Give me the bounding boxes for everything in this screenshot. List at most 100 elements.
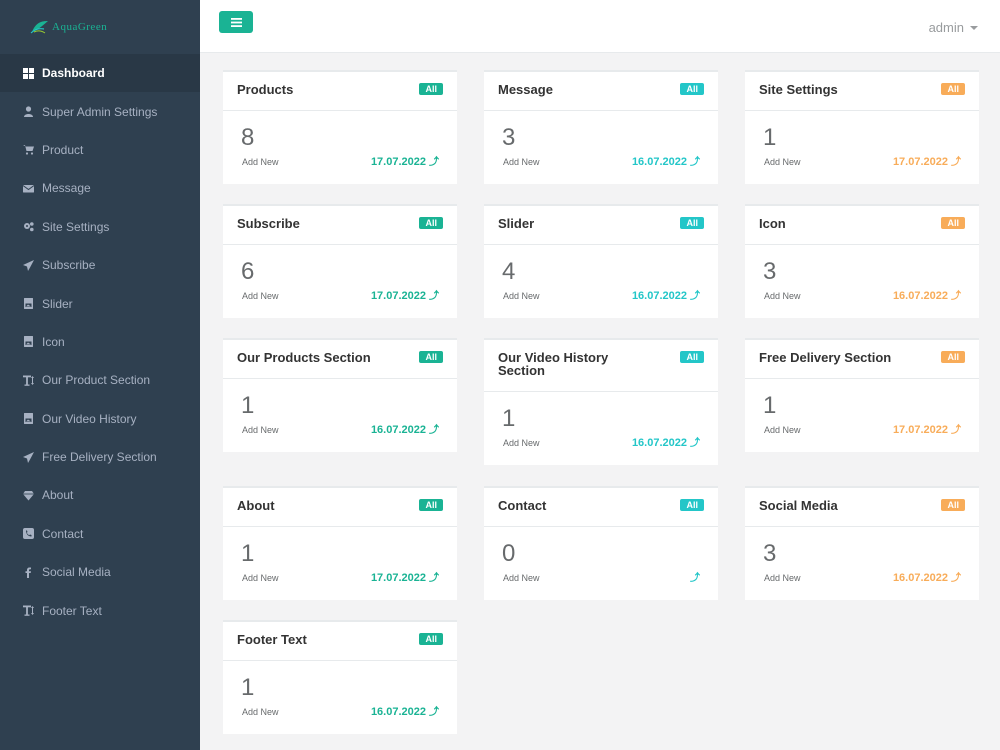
card-slider: Slider All 4 Add New 16.07.2022 ⤴ <box>484 204 718 318</box>
add-new-link[interactable]: Add New <box>764 573 801 583</box>
add-new-link[interactable]: Add New <box>242 291 279 301</box>
image-icon <box>22 298 34 310</box>
sidebar-item-super-admin-settings[interactable]: Super Admin Settings <box>0 92 200 130</box>
caret-down-icon <box>970 25 978 30</box>
sidebar-item-label: Our Product Section <box>42 373 151 388</box>
card-header: Contact All <box>484 488 718 527</box>
level-up-icon: ⤴ <box>951 157 961 168</box>
card-contact: Contact All 0 Add New ⤴ <box>484 486 718 600</box>
sidebar-item-footer-text[interactable]: Footer Text <box>0 591 200 629</box>
all-badge[interactable]: All <box>941 217 965 229</box>
text-height-icon <box>22 605 34 617</box>
sidebar-item-label: Super Admin Settings <box>42 104 158 119</box>
card-body: 3 Add New 16.07.2022 ⤴ <box>745 245 979 318</box>
sidebar-item-dashboard[interactable]: Dashboard <box>0 54 200 93</box>
level-up-icon: ⤴ <box>951 291 961 302</box>
card-header: Products All <box>223 72 457 111</box>
card-title: Our Video History Section <box>498 350 609 378</box>
level-up-icon: ⤴ <box>690 573 700 584</box>
cart-icon <box>22 144 34 156</box>
card-header: Footer Text All <box>223 622 457 661</box>
add-new-link[interactable]: Add New <box>503 291 540 301</box>
add-new-link[interactable]: Add New <box>503 573 540 583</box>
level-up-icon: ⤴ <box>951 573 961 584</box>
all-badge[interactable]: All <box>419 499 443 511</box>
card-body: 1 Add New 17.07.2022 ⤴ <box>745 379 979 452</box>
sidebar-item-message[interactable]: Message <box>0 169 200 207</box>
sidebar-item-social-media[interactable]: Social Media <box>0 553 200 591</box>
logo[interactable]: AquaGreen <box>0 0 200 54</box>
sidebar-item-free-delivery-section[interactable]: Free Delivery Section <box>0 438 200 476</box>
sidebar-item-our-product-section[interactable]: Our Product Section <box>0 361 200 399</box>
sidebar-item-product[interactable]: Product <box>0 131 200 169</box>
add-new-link[interactable]: Add New <box>242 707 279 717</box>
menu-toggle-button[interactable] <box>219 11 253 33</box>
add-new-link[interactable]: Add New <box>242 157 279 167</box>
card-header: Social Media All <box>745 488 979 527</box>
add-new-link[interactable]: Add New <box>503 157 540 167</box>
sidebar-item-contact[interactable]: Contact <box>0 515 200 553</box>
card-date-text: 17.07.2022 <box>370 572 426 584</box>
all-badge[interactable]: All <box>419 633 443 645</box>
card-count: 1 <box>502 405 516 432</box>
user-menu[interactable]: admin <box>929 20 978 35</box>
card-date-text: 17.07.2022 <box>892 424 948 436</box>
card-date: 16.07.2022 ⤴ <box>632 434 700 449</box>
level-up-icon: ⤴ <box>690 291 700 302</box>
all-badge[interactable]: All <box>419 217 443 229</box>
card-date-text: 17.07.2022 <box>892 156 948 168</box>
sidebar-item-subscribe[interactable]: Subscribe <box>0 246 200 284</box>
add-new-link[interactable]: Add New <box>242 425 279 435</box>
sidebar-item-label: Product <box>42 142 84 157</box>
add-new-link[interactable]: Add New <box>764 291 801 301</box>
add-new-link[interactable]: Add New <box>764 157 801 167</box>
all-badge[interactable]: All <box>941 83 965 95</box>
all-badge[interactable]: All <box>941 499 965 511</box>
card-title: Footer Text <box>237 632 307 647</box>
card-date: 17.07.2022 ⤴ <box>371 287 439 302</box>
all-badge[interactable]: All <box>680 499 704 511</box>
user-name: admin <box>928 20 964 35</box>
hamburger-icon <box>230 17 242 27</box>
facebook-icon <box>22 566 34 578</box>
card-date-text: 16.07.2022 <box>631 437 687 449</box>
all-badge[interactable]: All <box>419 83 443 95</box>
all-badge[interactable]: All <box>680 83 704 95</box>
sidebar-item-label: Footer Text <box>42 603 102 618</box>
gears-icon <box>22 221 34 233</box>
card-date-text: 17.07.2022 <box>370 290 426 302</box>
sidebar-item-icon[interactable]: Icon <box>0 323 200 361</box>
card-date-text: 17.07.2022 <box>370 156 426 168</box>
level-up-icon: ⤴ <box>429 707 439 718</box>
dashboard-content: Products All 8 Add New 17.07.2022 ⤴ Message All… <box>200 53 1000 750</box>
card-body: 0 Add New ⤴ <box>484 527 718 600</box>
card-header: Our Video History Section All <box>484 340 718 392</box>
card-date: 16.07.2022 ⤴ <box>893 569 961 584</box>
card-our-video-history-section: Our Video History Section All 1 Add New 16.0… <box>484 338 718 465</box>
card-title: Social Media <box>759 498 838 513</box>
paper-plane-icon <box>22 259 34 271</box>
all-badge[interactable]: All <box>680 351 704 363</box>
sidebar-item-slider[interactable]: Slider <box>0 284 200 322</box>
card-footer-text: Footer Text All 1 Add New 16.07.2022 ⤴ <box>223 620 457 734</box>
card-header: Site Settings All <box>745 72 979 111</box>
sidebar-item-site-settings[interactable]: Site Settings <box>0 208 200 246</box>
paper-plane-icon <box>22 451 34 463</box>
sidebar-item-our-video-history[interactable]: Our Video History <box>0 400 200 438</box>
leaf-logo-icon <box>30 20 50 34</box>
all-badge[interactable]: All <box>941 351 965 363</box>
add-new-link[interactable]: Add New <box>242 573 279 583</box>
all-badge[interactable]: All <box>680 217 704 229</box>
sidebar-item-about[interactable]: About <box>0 476 200 514</box>
all-badge[interactable]: All <box>419 351 443 363</box>
card-title: Subscribe <box>237 216 300 231</box>
text-height-icon <box>22 374 34 386</box>
sidebar-item-label: Dashboard <box>42 66 105 81</box>
add-new-link[interactable]: Add New <box>764 425 801 435</box>
card-header: Free Delivery Section All <box>745 340 979 379</box>
card-count: 8 <box>241 124 255 151</box>
card-header: Subscribe All <box>223 206 457 245</box>
card-date-text: 16.07.2022 <box>892 572 948 584</box>
card-body: 4 Add New 16.07.2022 ⤴ <box>484 245 718 318</box>
add-new-link[interactable]: Add New <box>503 438 540 448</box>
